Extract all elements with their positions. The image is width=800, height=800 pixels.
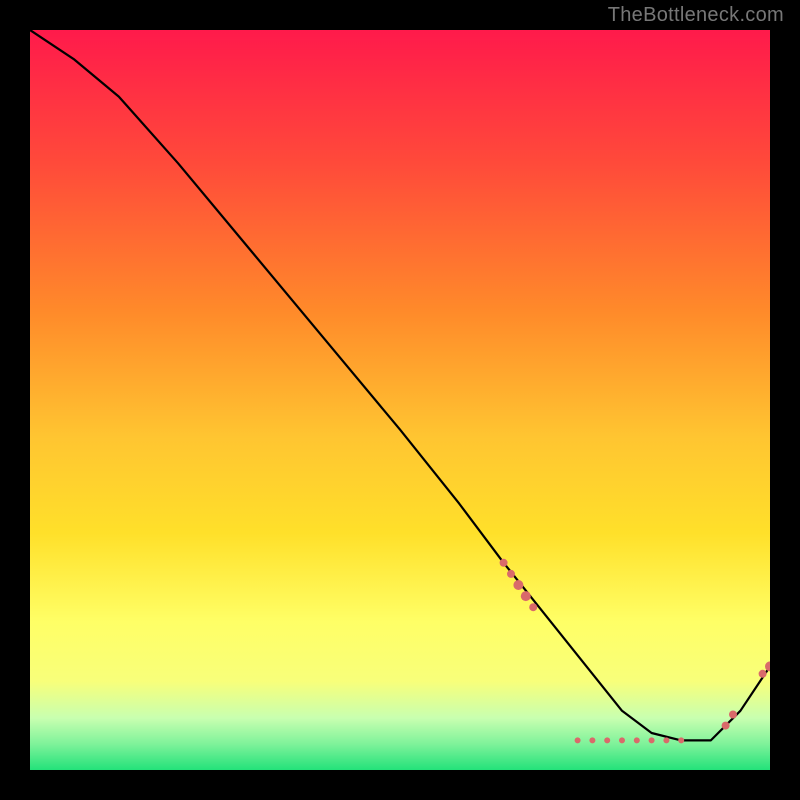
data-marker [604,737,610,743]
data-marker [634,737,640,743]
chart-svg [30,30,770,770]
data-marker [678,737,684,743]
data-marker [529,603,537,611]
data-marker [500,559,508,567]
data-marker [513,580,523,590]
data-marker [729,711,737,719]
data-marker [521,591,531,601]
data-marker [649,737,655,743]
data-marker [759,670,767,678]
data-marker [722,722,730,730]
data-marker [619,737,625,743]
data-marker [663,737,669,743]
chart-frame: TheBottleneck.com [0,0,800,800]
watermark-text: TheBottleneck.com [608,4,784,27]
data-marker [589,737,595,743]
data-marker [507,570,515,578]
chart-plot [30,30,770,770]
data-marker [575,737,581,743]
